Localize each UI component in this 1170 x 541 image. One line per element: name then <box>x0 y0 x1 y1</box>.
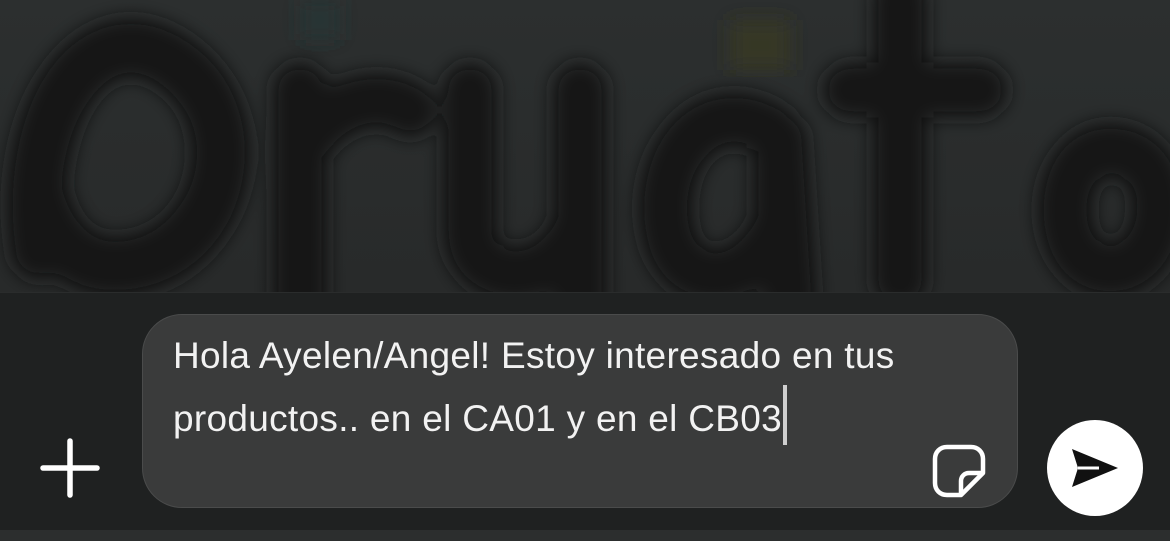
text-caret <box>783 385 788 445</box>
blurred-background-image <box>6 0 1170 292</box>
send-arrow-icon <box>1072 449 1118 487</box>
chat-wallpaper <box>0 0 1170 292</box>
message-input[interactable]: Hola Ayelen/Angel! Estoy interesado en t… <box>142 314 1018 508</box>
sticker-button[interactable] <box>929 441 989 501</box>
message-input-text[interactable]: Hola Ayelen/Angel! Estoy interesado en t… <box>173 327 903 448</box>
add-attachment-button[interactable] <box>36 434 104 502</box>
plus-icon <box>40 438 100 498</box>
chat-screen: Hola Ayelen/Angel! Estoy interesado en t… <box>0 0 1170 541</box>
sticker-icon <box>932 444 986 498</box>
bottom-strip <box>0 530 1170 541</box>
send-button[interactable] <box>1047 420 1143 516</box>
message-text-value: Hola Ayelen/Angel! Estoy interesado en t… <box>173 335 906 439</box>
